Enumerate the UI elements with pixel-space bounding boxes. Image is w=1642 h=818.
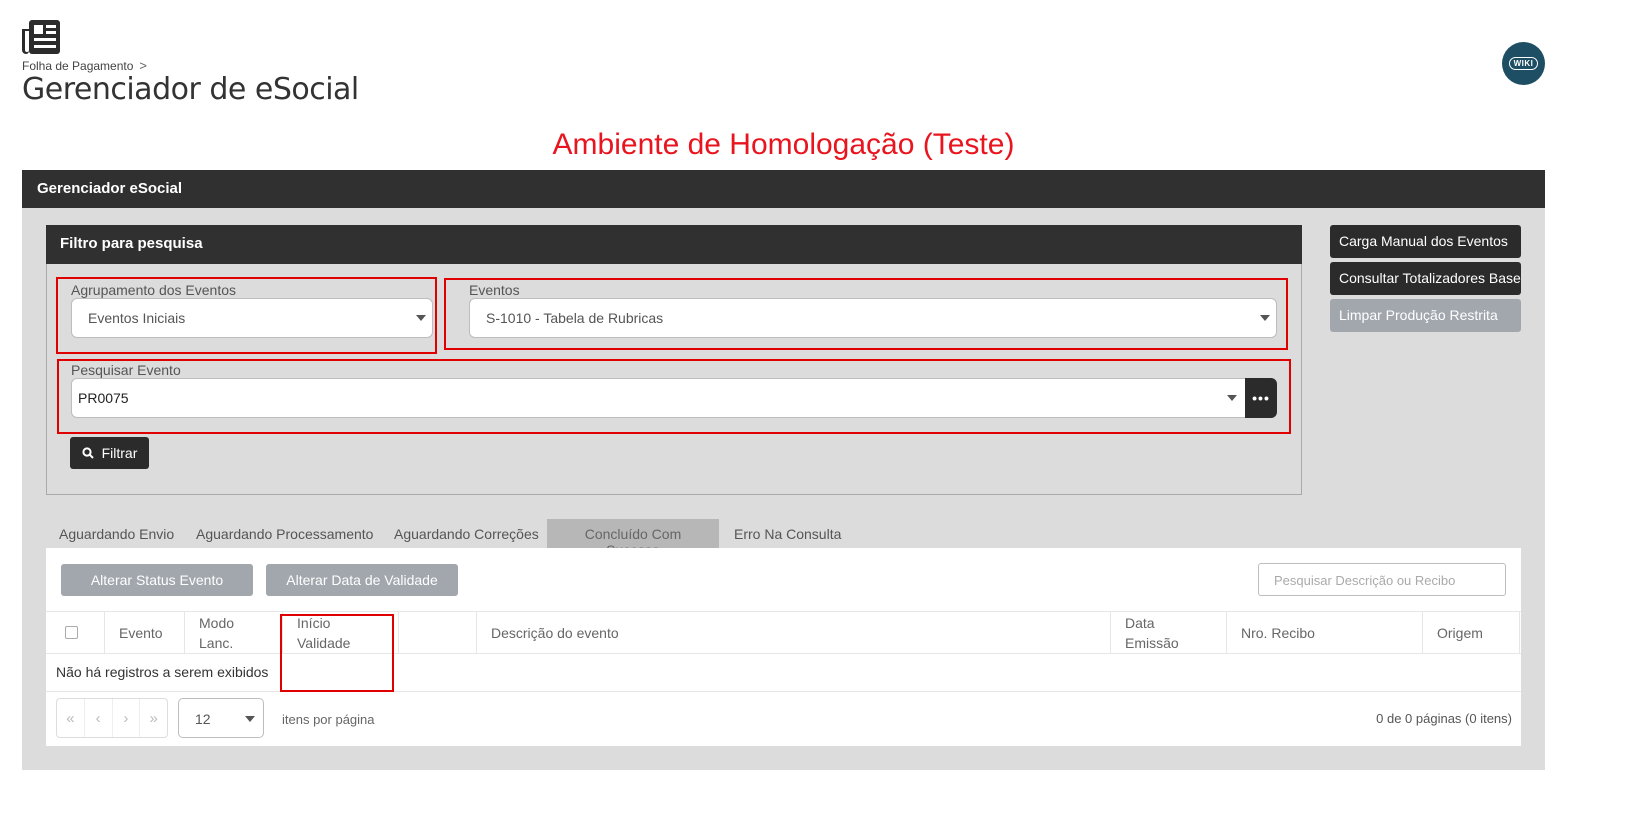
breadcrumb: Folha de Pagamento > — [22, 58, 147, 73]
chevron-down-icon — [416, 315, 426, 321]
search-icon — [82, 447, 94, 459]
next-page-icon[interactable]: › — [113, 699, 141, 737]
tab-aguardando-processamento[interactable]: Aguardando Processamento — [184, 519, 385, 548]
chevron-down-icon — [1260, 315, 1270, 321]
totalizers-button[interactable]: Consultar Totalizadores Base — [1330, 262, 1521, 295]
search-event-input[interactable]: PR0075 — [71, 378, 1246, 418]
more-options-button[interactable]: ••• — [1245, 378, 1277, 418]
grouping-select[interactable]: Eventos Iniciais — [71, 298, 433, 338]
manual-load-button[interactable]: Carga Manual dos Eventos — [1330, 225, 1521, 258]
search-event-label: Pesquisar Evento — [71, 362, 181, 378]
col-header-modo-lanc[interactable]: Modo Lanc. — [184, 612, 282, 653]
filter-title: Filtro para pesquisa — [46, 225, 1302, 264]
prev-page-icon[interactable]: ‹ — [85, 699, 113, 737]
change-status-button[interactable]: Alterar Status Evento — [61, 564, 253, 596]
ellipsis-icon: ••• — [1252, 390, 1270, 406]
tab-erro-na-consulta[interactable]: Erro Na Consulta — [722, 519, 853, 548]
clear-restricted-button[interactable]: Limpar Produção Restrita — [1330, 299, 1521, 332]
pagination-summary: 0 de 0 páginas (0 itens) — [1376, 711, 1512, 726]
grouping-label: Agrupamento dos Eventos — [71, 282, 236, 298]
col-header-descricao[interactable]: Descrição do evento — [476, 612, 1110, 653]
chevron-down-icon — [245, 716, 255, 722]
col-header-origem[interactable]: Origem — [1422, 612, 1520, 653]
col-header-evento[interactable]: Evento — [104, 612, 184, 653]
first-page-icon[interactable]: « — [57, 699, 85, 737]
col-header-data-emissao[interactable]: Data Emissão — [1110, 612, 1226, 653]
search-description-input[interactable]: Pesquisar Descrição ou Recibo — [1258, 563, 1506, 596]
empty-message: Não há registros a serem exibidos — [56, 664, 269, 680]
tab-aguardando-correcoes[interactable]: Aguardando Correções — [382, 519, 551, 548]
search-event-value: PR0075 — [78, 390, 129, 406]
events-value: S-1010 - Tabela de Rubricas — [486, 310, 664, 326]
col-header-nro-recibo[interactable]: Nro. Recibo — [1226, 612, 1422, 653]
events-label: Eventos — [469, 282, 520, 298]
page-title: Gerenciador de eSocial — [22, 72, 359, 107]
tab-concluido-com-sucesso[interactable]: Concluído Com Sucesso — [547, 519, 719, 558]
events-select[interactable]: S-1010 - Tabela de Rubricas — [469, 298, 1277, 338]
page-size-select[interactable]: 12 — [178, 698, 264, 738]
environment-banner: Ambiente de Homologação (Teste) — [552, 128, 1015, 161]
last-page-icon[interactable]: » — [140, 699, 167, 737]
select-all-checkbox[interactable] — [65, 626, 78, 639]
tab-aguardando-envio[interactable]: Aguardando Envio — [47, 519, 186, 548]
items-per-page-label: itens por página — [282, 712, 375, 727]
page-size-value: 12 — [195, 711, 211, 727]
grouping-value: Eventos Iniciais — [88, 310, 186, 326]
breadcrumb-item-folha[interactable]: Folha de Pagamento — [22, 59, 133, 73]
table-divider — [46, 691, 1521, 692]
breadcrumb-separator: > — [139, 58, 148, 73]
newspaper-icon — [22, 20, 62, 54]
filter-button[interactable]: Filtrar — [70, 437, 149, 469]
table-divider — [46, 653, 1521, 654]
change-validity-button[interactable]: Alterar Data de Validade — [266, 564, 458, 596]
pager-nav: « ‹ › » — [56, 698, 168, 738]
panel-title: Gerenciador eSocial — [22, 170, 1545, 208]
col-header-empty — [398, 612, 476, 653]
filter-button-label: Filtrar — [101, 445, 138, 461]
chevron-down-icon — [1227, 395, 1237, 401]
highlight-inicio-validade — [280, 614, 394, 692]
wiki-label: WIKI — [1508, 57, 1539, 70]
wiki-button[interactable]: WIKI — [1502, 42, 1545, 85]
